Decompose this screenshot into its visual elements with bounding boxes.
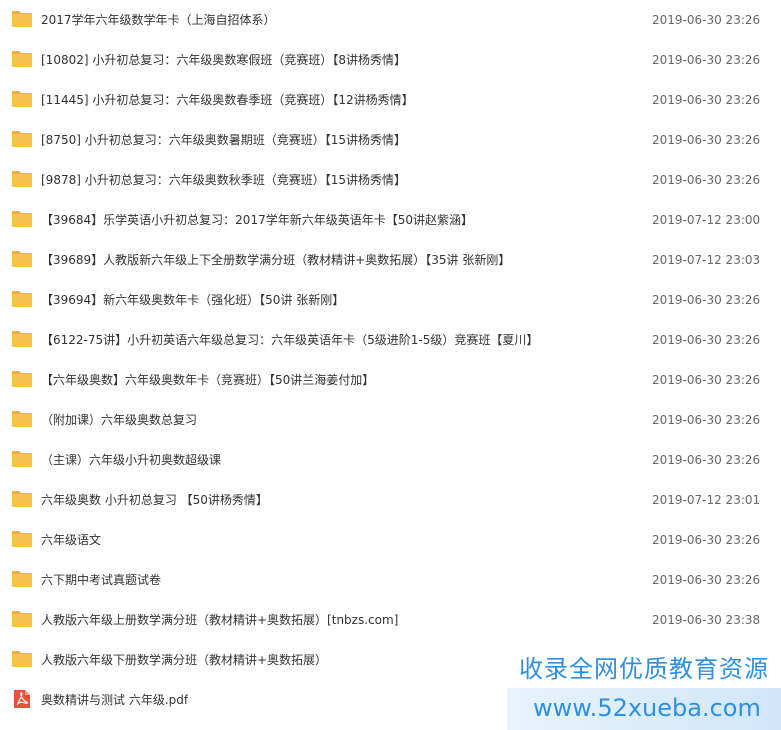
file-name: 2017学年六年级数学年卡（上海自招体系） (41, 13, 276, 27)
file-row[interactable]: [10802] 小升初总复习：六年级奥数寒假班（竞赛班）【8讲杨秀情】 2019-… (0, 40, 781, 80)
file-date: 2019-06-30 23:26 (652, 293, 761, 307)
file-name: 六年级语文 (41, 533, 102, 547)
folder-icon (12, 90, 32, 108)
folder-icon (12, 570, 32, 588)
file-name: [11445] 小升初总复习：六年级奥数春季班（竞赛班）【12讲杨秀情】 (41, 93, 414, 107)
file-row[interactable]: （附加课）六年级奥数总复习 2019-06-30 23:26 (0, 400, 781, 440)
file-date: 2019-07-12 23:00 (652, 213, 761, 227)
file-row[interactable]: 六下期中考试真题试卷 2019-06-30 23:26 (0, 560, 781, 600)
file-name: 【39694】新六年级奥数年卡（强化班）【50讲 张新刚】 (41, 293, 345, 307)
folder-icon (12, 10, 32, 28)
file-name: （主课）六年级小升初奥数超级课 (41, 453, 222, 467)
file-row[interactable]: [11445] 小升初总复习：六年级奥数春季班（竞赛班）【12讲杨秀情】 2019… (0, 80, 781, 120)
folder-icon (12, 370, 32, 388)
file-row[interactable]: 【39694】新六年级奥数年卡（强化班）【50讲 张新刚】 2019-06-30 … (0, 280, 781, 320)
file-date: 2019-07-12 23:03 (652, 253, 761, 267)
folder-icon (12, 650, 32, 668)
file-row[interactable]: 【六年级奥数】六年级奥数年卡（竞赛班）【50讲兰海姜付加】 2019-06-30 … (0, 360, 781, 400)
file-date: 2019-06-30 23:26 (652, 333, 761, 347)
file-date: 2019-06-30 23:38 (652, 613, 761, 627)
file-row[interactable]: 人教版六年级下册数学满分班（教材精讲+奥数拓展） (0, 640, 781, 680)
file-row[interactable]: 人教版六年级上册数学满分班（教材精讲+奥数拓展）[tnbzs.com] 2019-… (0, 600, 781, 640)
file-name: [9878] 小升初总复习：六年级奥数秋季班（竞赛班）【15讲杨秀情】 (41, 173, 406, 187)
file-name: （附加课）六年级奥数总复习 (41, 413, 198, 427)
folder-icon (12, 50, 32, 68)
file-date: 2019-06-30 23:26 (652, 453, 761, 467)
file-row[interactable]: [9878] 小升初总复习：六年级奥数秋季班（竞赛班）【15讲杨秀情】 2019-… (0, 160, 781, 200)
folder-icon (12, 610, 32, 628)
file-name: 人教版六年级下册数学满分班（教材精讲+奥数拓展） (41, 653, 328, 667)
file-name: 【39689】人教版新六年级上下全册数学满分班（教材精讲+奥数拓展）【35讲 张… (41, 253, 511, 267)
file-date: 2019-06-30 23:26 (652, 93, 761, 107)
folder-icon (12, 210, 32, 228)
file-date: 2019-06-30 23:26 (652, 53, 761, 67)
folder-icon (12, 250, 32, 268)
folder-icon (12, 490, 32, 508)
file-name: 人教版六年级上册数学满分班（教材精讲+奥数拓展）[tnbzs.com] (41, 613, 399, 627)
folder-icon (12, 410, 32, 428)
file-row[interactable]: 2017学年六年级数学年卡（上海自招体系） 2019-06-30 23:26 (0, 0, 781, 40)
file-row[interactable]: 奥数精讲与测试 六年级.pdf (0, 680, 781, 720)
file-date: 2019-06-30 23:26 (652, 133, 761, 147)
file-date: 2019-06-30 23:26 (652, 173, 761, 187)
file-row[interactable]: [8750] 小升初总复习：六年级奥数暑期班（竞赛班）【15讲杨秀情】 2019-… (0, 120, 781, 160)
file-name: 六年级奥数 小升初总复习 【50讲杨秀情】 (41, 493, 268, 507)
folder-icon (12, 130, 32, 148)
folder-icon (12, 330, 32, 348)
file-date: 2019-06-30 23:26 (652, 373, 761, 387)
file-name: [10802] 小升初总复习：六年级奥数寒假班（竞赛班）【8讲杨秀情】 (41, 53, 406, 67)
file-date: 2019-06-30 23:26 (652, 413, 761, 427)
folder-icon (12, 290, 32, 308)
file-row[interactable]: （主课）六年级小升初奥数超级课 2019-06-30 23:26 (0, 440, 781, 480)
file-date: 2019-07-12 23:01 (652, 493, 761, 507)
file-row[interactable]: 六年级语文 2019-06-30 23:26 (0, 520, 781, 560)
file-date: 2019-06-30 23:26 (652, 533, 761, 547)
file-name: 六下期中考试真题试卷 (41, 573, 162, 587)
file-name: 【39684】乐学英语小升初总复习：2017学年新六年级英语年卡【50讲赵紫涵】 (41, 213, 473, 227)
file-name: 【六年级奥数】六年级奥数年卡（竞赛班）【50讲兰海姜付加】 (41, 373, 375, 387)
file-date: 2019-06-30 23:26 (652, 573, 761, 587)
file-date: 2019-06-30 23:26 (652, 13, 761, 27)
file-name: [8750] 小升初总复习：六年级奥数暑期班（竞赛班）【15讲杨秀情】 (41, 133, 406, 147)
file-row[interactable]: 六年级奥数 小升初总复习 【50讲杨秀情】 2019-07-12 23:01 (0, 480, 781, 520)
file-name: 奥数精讲与测试 六年级.pdf (41, 693, 189, 707)
pdf-icon (13, 689, 33, 708)
folder-icon (12, 450, 32, 468)
folder-icon (12, 170, 32, 188)
file-row[interactable]: 【39684】乐学英语小升初总复习：2017学年新六年级英语年卡【50讲赵紫涵】… (0, 200, 781, 240)
file-row[interactable]: 【6122-75讲】小升初英语六年级总复习：六年级英语年卡（5级进阶1-5级）竞… (0, 320, 781, 360)
file-name: 【6122-75讲】小升初英语六年级总复习：六年级英语年卡（5级进阶1-5级）竞… (41, 333, 539, 347)
folder-icon (12, 530, 32, 548)
file-row[interactable]: 【39689】人教版新六年级上下全册数学满分班（教材精讲+奥数拓展）【35讲 张… (0, 240, 781, 280)
